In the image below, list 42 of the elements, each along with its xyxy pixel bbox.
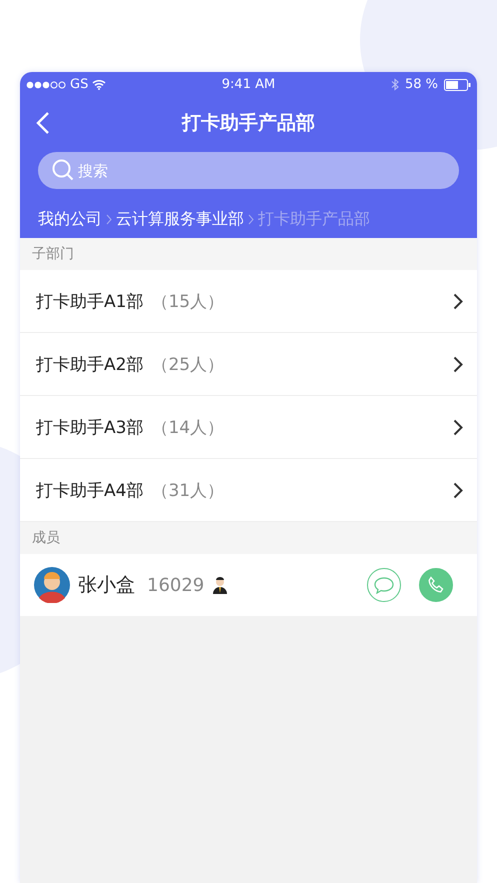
member-row[interactable]: 张小盒 16029 — [20, 554, 477, 616]
chevron-icon — [453, 418, 463, 436]
chat-icon — [374, 576, 394, 594]
phone-icon — [427, 576, 445, 594]
avatar — [34, 567, 70, 603]
battery-percent: 58 % — [404, 77, 438, 92]
chevron-icon — [453, 356, 463, 372]
section-heading: 成员 — [32, 529, 60, 547]
department-name: 打卡助手A2部 — [36, 354, 144, 376]
bluetooth-icon — [390, 78, 399, 91]
breadcrumb-link[interactable]: 云计算服务事业部 — [116, 209, 244, 230]
chevron-icon — [453, 482, 463, 498]
department-row[interactable]: 打卡助手A1部 （15人） — [20, 270, 477, 333]
member-count: （15人） — [151, 290, 224, 312]
department-row[interactable]: 打卡助手A4部 （31人） — [20, 459, 477, 522]
back-icon[interactable] — [36, 112, 50, 134]
department-name: 打卡助手A1部 — [36, 290, 144, 312]
member-name: 张小盒 — [78, 573, 135, 598]
message-button[interactable] — [367, 568, 401, 602]
member-count: （25人） — [151, 354, 224, 376]
chevron-icon — [453, 292, 463, 310]
carrier-name: GS — [70, 77, 88, 92]
section-heading: 子部门 — [32, 245, 74, 263]
chevron-icon — [106, 214, 112, 225]
wifi-icon — [92, 79, 106, 90]
person-icon — [212, 576, 228, 594]
status-time: 9:41 AM — [222, 77, 276, 92]
breadcrumb-link[interactable]: 我的公司 — [38, 209, 102, 230]
department-row[interactable]: 打卡助手A2部 （25人） — [20, 333, 477, 396]
department-name: 打卡助手A3部 — [36, 416, 144, 438]
member-id: 16029 — [147, 574, 204, 596]
search-field[interactable]: 搜索 — [38, 152, 459, 189]
battery-icon — [444, 78, 471, 90]
chevron-icon — [248, 214, 254, 225]
member-count: （31人） — [151, 480, 224, 502]
page-title: 打卡助手产品部 — [182, 111, 315, 136]
department-name: 打卡助手A4部 — [36, 480, 144, 502]
signal-icon — [26, 80, 66, 88]
member-count: （14人） — [151, 416, 224, 438]
department-row[interactable]: 打卡助手A3部 （14人） — [20, 396, 477, 459]
call-button[interactable] — [419, 568, 453, 602]
search-icon — [52, 159, 74, 181]
